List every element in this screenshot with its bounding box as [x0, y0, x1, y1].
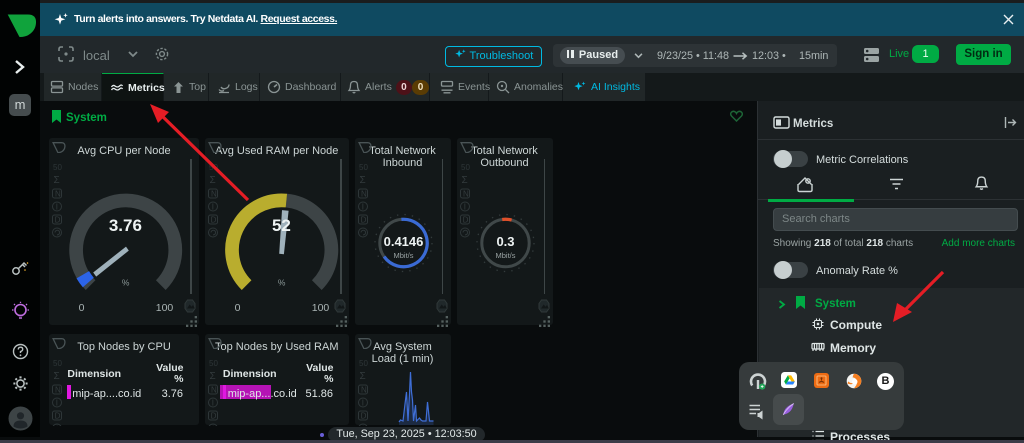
svg-text:0.4146: 0.4146	[383, 234, 423, 249]
svg-text:Mbit/s: Mbit/s	[495, 251, 515, 260]
svg-text:0: 0	[79, 302, 85, 314]
svg-text:0.3: 0.3	[496, 234, 514, 249]
svg-text:Mbit/s: Mbit/s	[393, 251, 413, 260]
svg-text:3.76: 3.76	[109, 216, 142, 235]
svg-text:100: 100	[156, 302, 174, 314]
svg-text:100: 100	[311, 302, 329, 314]
svg-text:%: %	[277, 278, 285, 288]
svg-text:%: %	[122, 278, 130, 288]
svg-text:0: 0	[234, 302, 240, 314]
svg-text:52: 52	[271, 216, 290, 235]
